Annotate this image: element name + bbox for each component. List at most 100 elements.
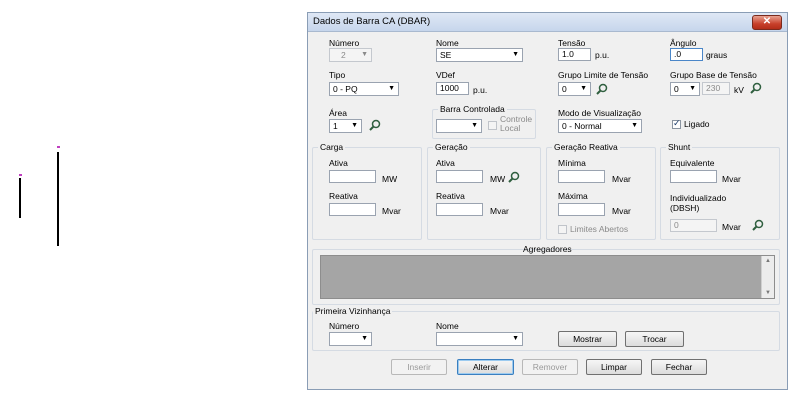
- agregadores-list[interactable]: ▲ ▼: [320, 255, 775, 299]
- chevron-down-icon: ▼: [361, 51, 368, 58]
- chevron-down-icon: ▼: [580, 85, 587, 92]
- area-value: 1: [333, 121, 338, 131]
- equivalente-label: Equivalente: [670, 158, 715, 168]
- maxima-label: Máxima: [558, 191, 588, 201]
- carga-title: Carga: [318, 142, 346, 152]
- carga-ativa-input[interactable]: [329, 170, 376, 183]
- chevron-down-icon: ▼: [351, 122, 358, 129]
- vdef-input[interactable]: 1000: [436, 82, 469, 95]
- geracao-ativa-unit: MW: [490, 174, 506, 184]
- search-icon[interactable]: [596, 83, 608, 95]
- angulo-label: Ângulo: [670, 38, 697, 48]
- trocar-button[interactable]: Trocar: [625, 331, 684, 347]
- nome-value: SE: [440, 50, 452, 60]
- carga-ativa-unit: MW: [382, 174, 398, 184]
- geracao-ativa-label: Ativa: [436, 158, 455, 168]
- alterar-button[interactable]: Alterar: [457, 359, 514, 375]
- chevron-down-icon: ▼: [512, 51, 519, 58]
- agregadores-scrollbar[interactable]: ▲ ▼: [761, 256, 774, 298]
- angulo-value: .0: [674, 49, 682, 59]
- maxima-unit: Mvar: [612, 206, 631, 216]
- tipo-select[interactable]: 0 - PQ ▼: [329, 82, 399, 96]
- grupo-base-label: Grupo Base de Tensão: [670, 70, 757, 80]
- area-label: Área: [329, 108, 347, 118]
- chevron-down-icon: ▼: [361, 335, 368, 342]
- fechar-button[interactable]: Fechar: [651, 359, 707, 375]
- nome-select[interactable]: SE ▼: [436, 48, 523, 62]
- vdef-unit: p.u.: [473, 85, 488, 95]
- viz-nome-select[interactable]: ▼: [436, 332, 523, 346]
- grupo-base-kv-input: 230: [702, 82, 730, 95]
- grupo-limite-select[interactable]: 0 ▼: [558, 82, 591, 96]
- chevron-down-icon: ▼: [689, 85, 696, 92]
- bus-marker-2: [57, 146, 60, 148]
- remover-button[interactable]: Remover: [522, 359, 578, 375]
- barra-controlada-label: Barra Controlada: [438, 104, 507, 114]
- grupo-base-kv-value: 230: [706, 83, 721, 93]
- close-button[interactable]: ✕: [752, 15, 782, 30]
- minima-input[interactable]: [558, 170, 605, 183]
- modo-select[interactable]: 0 - Normal ▼: [558, 119, 642, 133]
- chevron-down-icon: ▼: [388, 85, 395, 92]
- geracao-reativa-input[interactable]: [436, 203, 483, 216]
- window-title: Dados de Barra CA (DBAR): [313, 16, 431, 27]
- numero-value: 2: [341, 50, 346, 60]
- equivalente-input[interactable]: [670, 170, 717, 183]
- tensao-label: Tensão: [558, 38, 586, 48]
- numero-select[interactable]: 2 ▼: [329, 48, 372, 62]
- scroll-down-icon[interactable]: ▼: [765, 290, 771, 296]
- geracao-reativa-title: Geração Reativa: [552, 142, 620, 152]
- ligado-label: Ligado: [684, 119, 710, 129]
- bus-bar-2[interactable]: [57, 152, 59, 246]
- vdef-value: 1000: [440, 83, 459, 93]
- nome-label: Nome: [436, 38, 459, 48]
- vdef-label: VDef: [436, 70, 455, 80]
- chevron-down-icon: ▼: [631, 122, 638, 129]
- controle-local-checkbox[interactable]: [488, 121, 497, 130]
- barra-controlada-select[interactable]: ▼: [436, 119, 482, 133]
- grupo-base-value: 0: [674, 84, 679, 94]
- bus-bar-1[interactable]: [19, 178, 21, 218]
- minima-label: Mínima: [558, 158, 586, 168]
- minima-unit: Mvar: [612, 174, 631, 184]
- geracao-ativa-input[interactable]: [436, 170, 483, 183]
- modo-label: Modo de Visualização: [558, 108, 642, 118]
- area-select[interactable]: 1 ▼: [329, 119, 362, 133]
- tensao-value: 1.0: [562, 49, 574, 59]
- maxima-input[interactable]: [558, 203, 605, 216]
- equivalente-unit: Mvar: [722, 174, 741, 184]
- close-icon: ✕: [762, 16, 772, 27]
- carga-ativa-label: Ativa: [329, 158, 348, 168]
- angulo-input[interactable]: .0: [670, 48, 703, 61]
- dbar-dialog: Dados de Barra CA (DBAR) ✕ Número 2 ▼ Nom…: [307, 12, 788, 390]
- tipo-label: Tipo: [329, 70, 346, 80]
- ligado-checkbox[interactable]: [672, 118, 681, 129]
- individualizado-unit: Mvar: [722, 222, 741, 232]
- title-bar[interactable]: Dados de Barra CA (DBAR) ✕: [308, 13, 787, 32]
- geracao-reativa-unit: Mvar: [490, 206, 509, 216]
- carga-reativa-input[interactable]: [329, 203, 376, 216]
- viz-nome-label: Nome: [436, 321, 459, 331]
- grupo-base-select[interactable]: 0 ▼: [670, 82, 700, 96]
- limites-abertos-checkbox[interactable]: [558, 225, 567, 234]
- viz-numero-select[interactable]: ▼: [329, 332, 372, 346]
- search-icon[interactable]: [508, 171, 520, 183]
- scroll-up-icon[interactable]: ▲: [765, 258, 771, 264]
- tensao-input[interactable]: 1.0: [558, 48, 591, 61]
- tipo-value: 0 - PQ: [333, 84, 358, 94]
- search-icon[interactable]: [369, 119, 381, 131]
- inserir-button[interactable]: Inserir: [391, 359, 447, 375]
- controle-local-label: Controle Local: [500, 114, 533, 133]
- geracao-reativa-label: Reativa: [436, 191, 465, 201]
- search-icon[interactable]: [750, 82, 762, 94]
- tensao-unit: p.u.: [595, 50, 610, 60]
- mostrar-button[interactable]: Mostrar: [558, 331, 617, 347]
- limpar-button[interactable]: Limpar: [586, 359, 642, 375]
- vizinhanca-title: Primeira Vizinhança: [313, 306, 393, 316]
- search-icon[interactable]: [752, 219, 764, 231]
- carga-reativa-label: Reativa: [329, 191, 358, 201]
- grupo-limite-value: 0: [562, 84, 567, 94]
- modo-value: 0 - Normal: [562, 121, 602, 131]
- shunt-title: Shunt: [666, 142, 693, 152]
- chevron-down-icon: ▼: [512, 335, 519, 342]
